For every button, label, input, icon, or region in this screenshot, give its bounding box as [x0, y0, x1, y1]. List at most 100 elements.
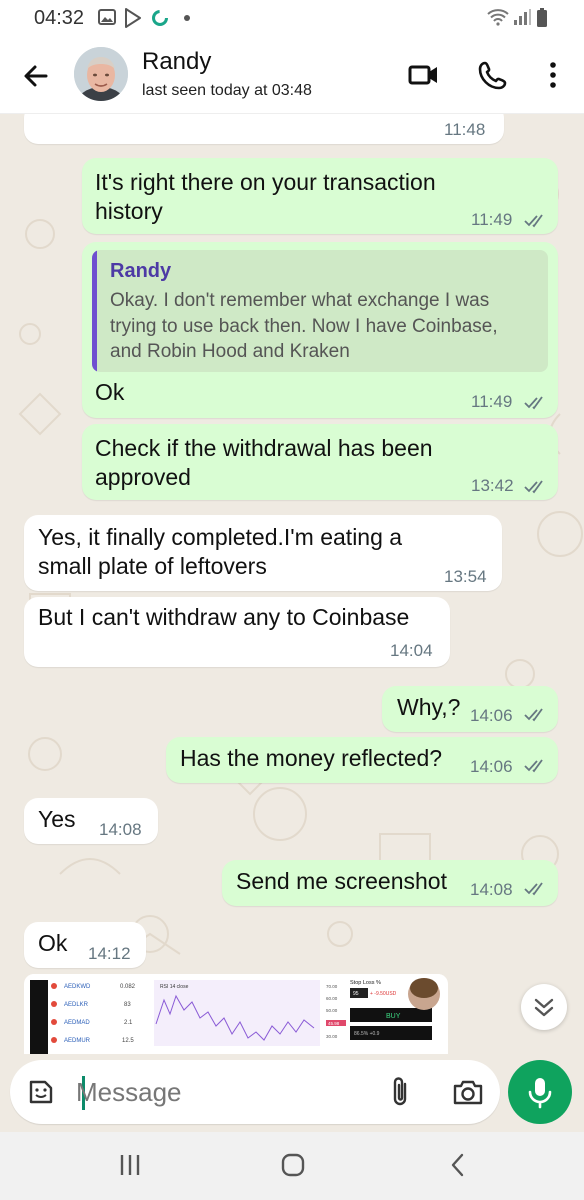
- message-field[interactable]: [10, 1060, 500, 1124]
- wifi-icon: [487, 9, 509, 26]
- chat-area[interactable]: 11:48 It's right there on your transacti…: [0, 114, 584, 1054]
- home-icon[interactable]: [280, 1152, 306, 1178]
- sticker-icon[interactable]: [26, 1077, 56, 1107]
- message-bubble[interactable]: But I can't withdraw any to Coinbase 14:…: [24, 597, 450, 667]
- message-bubble[interactable]: Has the money reflected? 14:06: [166, 737, 558, 783]
- message-bubble[interactable]: Send me screenshot 14:08: [222, 860, 558, 906]
- read-ticks-icon: [524, 759, 543, 773]
- message-bubble[interactable]: It's right there on your transaction his…: [82, 158, 558, 234]
- quote-bar: [92, 250, 97, 372]
- stop-loss-usd: + -9.50USD: [370, 991, 397, 997]
- message-input-bar: [0, 1054, 584, 1132]
- voice-call-icon[interactable]: [476, 58, 510, 92]
- trading-screenshot-thumbnail: AEDKWD AEDLKR AEDMAD AEDMUR 0.082 83 2.1…: [30, 974, 442, 1054]
- message-text: Check if the withdrawal has been: [95, 435, 433, 461]
- message-time: 14:06: [470, 706, 513, 725]
- scale-label: 70.00: [326, 984, 338, 989]
- voice-message-button[interactable]: [508, 1060, 572, 1124]
- video-call-icon[interactable]: [406, 58, 440, 92]
- message-bubble[interactable]: Ok 14:12: [24, 922, 146, 968]
- double-chevron-down-icon: [534, 998, 554, 1017]
- contact-name[interactable]: Randy: [142, 48, 211, 76]
- play-store-icon: [125, 8, 141, 28]
- pair-value: 83: [124, 1002, 131, 1008]
- quote-line: trying to use back then. Now I have Coin…: [110, 315, 498, 337]
- scale-label: 60.00: [326, 996, 338, 1001]
- status-time: 04:32: [34, 7, 85, 29]
- recents-icon[interactable]: [118, 1152, 142, 1178]
- read-ticks-icon: [524, 480, 543, 494]
- message-bubble[interactable]: Yes 14:08: [24, 798, 158, 844]
- message-text: Yes, it finally completed.I'm eating a: [38, 524, 403, 550]
- message-bubble[interactable]: Check if the withdrawal has been approve…: [82, 424, 558, 500]
- stop-loss-value: 95: [353, 991, 359, 997]
- read-ticks-icon: [524, 214, 543, 228]
- message-text: history: [95, 198, 163, 224]
- message-bubble[interactable]: Yes, it finally completed.I'm eating a s…: [24, 515, 502, 591]
- quote-line: Okay. I don't remember what exchange I w…: [110, 290, 490, 311]
- more-options-icon[interactable]: [536, 58, 570, 92]
- message-text: Why,?: [397, 694, 461, 720]
- back-arrow-icon[interactable]: [20, 60, 52, 92]
- message-text: small plate of leftovers: [38, 553, 267, 579]
- message-time: 14:06: [470, 757, 513, 776]
- message-time: 11:49: [471, 392, 513, 411]
- buy-sub: 86.5% +0.9: [354, 1031, 380, 1037]
- signal-icon: [514, 9, 531, 25]
- sync-icon: [152, 10, 168, 26]
- buy-label: BUY: [386, 1013, 401, 1020]
- message-text: But I can't withdraw any to Coinbase: [38, 604, 410, 630]
- message-time: 14:08: [470, 880, 513, 899]
- chat-header: Randy last seen today at 03:48: [0, 36, 584, 114]
- scroll-to-bottom-button[interactable]: [521, 984, 567, 1030]
- message-text: Yes: [38, 806, 76, 832]
- pair-label: AEDMAD: [64, 1020, 90, 1026]
- pair-label: AEDKWD: [64, 984, 91, 990]
- notification-dot: [184, 15, 190, 21]
- rsi-label: RSI 14 close: [160, 984, 189, 990]
- message-time: 13:54: [444, 567, 487, 586]
- pair-value: 2.1: [124, 1020, 133, 1026]
- message-text: It's right there on your transaction: [95, 169, 436, 195]
- pair-label: AEDLKR: [64, 1002, 89, 1008]
- message-text: Ok: [95, 379, 125, 405]
- attach-icon[interactable]: [388, 1075, 412, 1109]
- pair-value: 0.082: [120, 984, 136, 990]
- message-text: Has the money reflected?: [180, 745, 443, 771]
- quote-line: and Robin Hood and Kraken: [110, 341, 350, 362]
- rsi-marker: 45.98: [328, 1021, 340, 1026]
- message-text: approved: [95, 464, 191, 490]
- last-seen-status: last seen today at 03:48: [142, 82, 312, 99]
- read-ticks-icon: [524, 708, 543, 722]
- scale-label: 30.00: [326, 1034, 338, 1039]
- read-ticks-icon: [524, 882, 543, 896]
- quoted-message[interactable]: Randy Okay. I don't remember what exchan…: [92, 250, 548, 372]
- message-bubble[interactable]: Randy Okay. I don't remember what exchan…: [82, 242, 558, 418]
- battery-icon: [537, 8, 547, 27]
- pair-label: AEDMUR: [64, 1038, 91, 1044]
- message-time: 14:08: [99, 820, 142, 839]
- status-bar: 04:32: [0, 0, 584, 36]
- pair-value: 12.5: [122, 1038, 134, 1044]
- mic-icon: [528, 1078, 552, 1109]
- back-icon[interactable]: [448, 1152, 468, 1178]
- message-time: 14:12: [88, 944, 131, 963]
- message-time: 11:49: [471, 210, 513, 229]
- stop-loss-label: Stop Loss %: [350, 980, 381, 986]
- message-bubble[interactable]: 11:48: [24, 114, 504, 144]
- message-bubble[interactable]: Why,? 14:06: [382, 686, 558, 732]
- message-time: 13:42: [471, 476, 514, 495]
- quote-author: Randy: [110, 260, 172, 282]
- gallery-icon: [98, 9, 116, 25]
- camera-icon[interactable]: [452, 1077, 484, 1107]
- message-input[interactable]: [76, 1074, 366, 1110]
- read-ticks-icon: [524, 396, 543, 410]
- system-navigation-bar: [0, 1132, 584, 1200]
- image-message-preview[interactable]: AEDKWD AEDLKR AEDMAD AEDMUR 0.082 83 2.1…: [24, 974, 448, 1054]
- message-time: 14:04: [390, 641, 433, 660]
- message-time: 11:48: [444, 120, 486, 139]
- scale-label: 50.00: [326, 1008, 338, 1013]
- message-text: Send me screenshot: [236, 868, 447, 894]
- quote-text: Okay. I don't remember what exchange I w…: [110, 288, 540, 365]
- avatar[interactable]: [74, 47, 128, 101]
